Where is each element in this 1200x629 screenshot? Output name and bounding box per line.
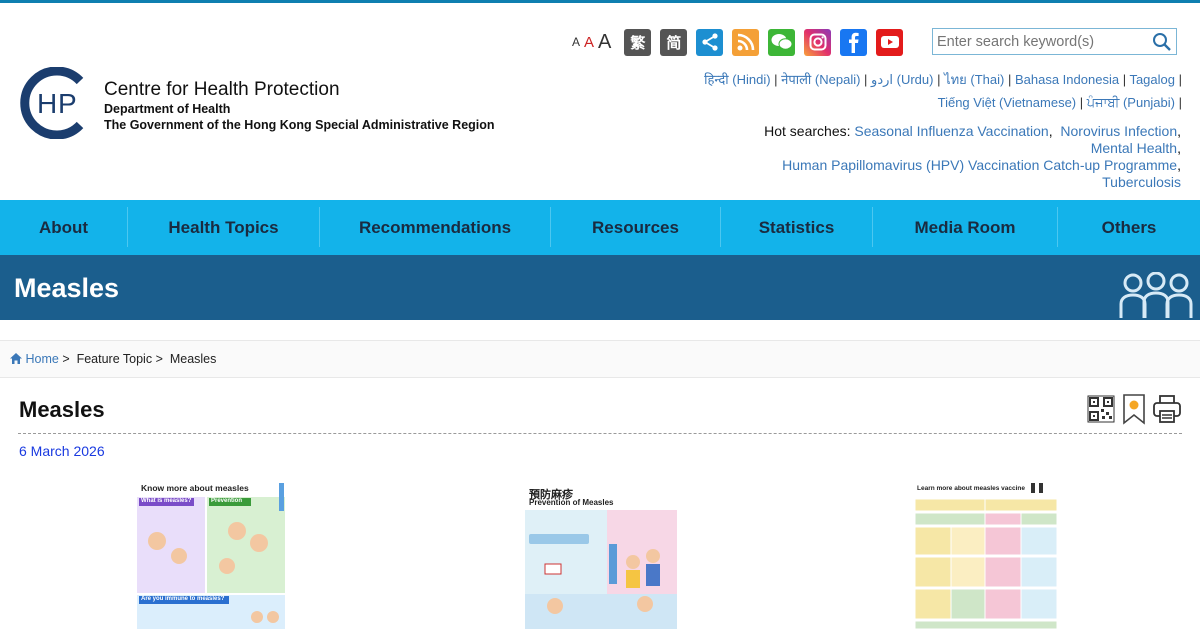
hot-searches: Hot searches: Seasonal Influenza Vaccina… xyxy=(764,123,1181,190)
department-name: Department of Health xyxy=(104,102,231,116)
poster-1-box-prevention: Prevention xyxy=(211,498,243,504)
poster-1-box-immune: Are you immune to measles? xyxy=(141,596,225,602)
instagram-icon[interactable] xyxy=(804,28,832,56)
lang-link-nepali[interactable]: नेपाली (Nepali) xyxy=(781,72,860,87)
qr-code-icon[interactable] xyxy=(1086,393,1116,425)
lang-link-thai[interactable]: ไทย (Thai) xyxy=(944,72,1004,87)
nav-about[interactable]: About xyxy=(0,200,127,255)
breadcrumb-separator: > xyxy=(155,352,163,366)
poster-1-box-what: What is measles? xyxy=(141,498,192,504)
print-icon[interactable] xyxy=(1152,393,1182,425)
nav-others[interactable]: Others xyxy=(1058,200,1200,255)
breadcrumb: Home > Feature Topic > Measles xyxy=(0,340,1200,378)
poster-2-heading-en: Prevention of Measles xyxy=(529,498,614,507)
lang-link-punjabi[interactable]: ਪੰਜਾਬੀ (Punjabi) xyxy=(1087,95,1175,110)
font-size-small[interactable]: A xyxy=(572,35,580,49)
breadcrumb-current: Measles xyxy=(169,352,217,366)
org-name-block: Centre for Health Protection Department … xyxy=(104,79,495,133)
poster-3-graphic xyxy=(914,483,1058,629)
government-name: The Government of the Hong Kong Special … xyxy=(104,118,495,132)
font-size-medium[interactable]: A xyxy=(584,34,594,51)
nav-health-topics[interactable]: Health Topics xyxy=(128,200,319,255)
nav-resources[interactable]: Resources xyxy=(551,200,720,255)
youtube-icon[interactable] xyxy=(876,28,904,56)
bookmark-icon[interactable] xyxy=(1119,393,1149,425)
poster-know-more-measles[interactable]: Know more about measles What is measles?… xyxy=(137,481,287,629)
hot-search-norovirus[interactable]: Norovirus Infection xyxy=(1060,123,1177,139)
publish-date: 6 March 2026 xyxy=(19,443,105,459)
chp-logo[interactable]: H P xyxy=(20,67,88,139)
page-banner: Measles xyxy=(0,255,1200,320)
lang-link-tagalog[interactable]: Tagalog xyxy=(1129,72,1175,87)
search-box xyxy=(932,28,1177,55)
hot-search-mental-health[interactable]: Mental Health xyxy=(1091,140,1177,156)
hot-searches-label: Hot searches: xyxy=(764,123,851,139)
share-icon[interactable] xyxy=(696,28,724,56)
wechat-icon[interactable] xyxy=(768,28,796,56)
main-nav: About Health Topics Recommendations Reso… xyxy=(0,200,1200,255)
page-title: Measles xyxy=(19,397,105,422)
lang-link-vietnamese[interactable]: Tiếng Việt (Vietnamese) xyxy=(938,95,1077,110)
hot-search-hpv[interactable]: Human Papillomavirus (HPV) Vaccination C… xyxy=(782,157,1177,173)
people-icon xyxy=(1119,272,1193,318)
org-name: Centre for Health Protection xyxy=(104,79,340,100)
rss-icon[interactable] xyxy=(732,28,760,56)
lang-link-indonesian[interactable]: Bahasa Indonesia xyxy=(1015,72,1119,87)
simplified-chinese-button[interactable]: 简 xyxy=(660,28,688,56)
font-size-large[interactable]: A xyxy=(598,31,611,54)
poster-1-heading: Know more about measles xyxy=(141,483,249,493)
language-line-1: हिन्दी (Hindi) | नेपाली (Nepali) | اردو … xyxy=(704,72,1182,87)
traditional-chinese-button[interactable]: 繁 xyxy=(624,28,652,56)
home-icon[interactable] xyxy=(10,353,22,364)
nav-recommendations[interactable]: Recommendations xyxy=(320,200,550,255)
nav-media-room[interactable]: Media Room xyxy=(873,200,1057,255)
hot-search-tuberculosis[interactable]: Tuberculosis xyxy=(1102,174,1181,190)
search-input[interactable] xyxy=(937,32,1147,52)
nav-statistics[interactable]: Statistics xyxy=(721,200,872,255)
page-tools xyxy=(1083,393,1182,425)
breadcrumb-feature-topic: Feature Topic xyxy=(76,352,153,366)
lang-link-urdu[interactable]: اردو (Urdu) xyxy=(871,72,933,87)
breadcrumb-separator: > xyxy=(62,352,70,366)
site-header: H P Centre for Health Protection Departm… xyxy=(0,3,1200,200)
search-icon[interactable] xyxy=(1152,32,1172,52)
hot-search-flu[interactable]: Seasonal Influenza Vaccination xyxy=(854,123,1048,139)
poster-prevention-measles[interactable]: 預防麻疹 Prevention of Measles xyxy=(525,484,677,629)
header-toolbar: A A A 繁 简 xyxy=(572,27,904,57)
banner-title: Measles xyxy=(14,273,120,303)
breadcrumb-home[interactable]: Home xyxy=(25,352,58,366)
language-line-2: Tiếng Việt (Vietnamese) | ਪੰਜਾਬੀ (Punjab… xyxy=(937,95,1182,110)
language-links: हिन्दी (Hindi) | नेपाली (Nepali) | اردو … xyxy=(662,68,1182,114)
lang-link-hindi[interactable]: हिन्दी (Hindi) xyxy=(704,72,770,87)
svg-text:H: H xyxy=(37,88,57,119)
title-divider xyxy=(18,433,1182,434)
facebook-icon[interactable] xyxy=(840,28,868,56)
svg-text:P: P xyxy=(58,88,77,119)
poster-measles-vaccine[interactable]: Learn more about measles vaccine xyxy=(913,481,1059,629)
poster-3-heading: Learn more about measles vaccine xyxy=(917,485,1026,492)
